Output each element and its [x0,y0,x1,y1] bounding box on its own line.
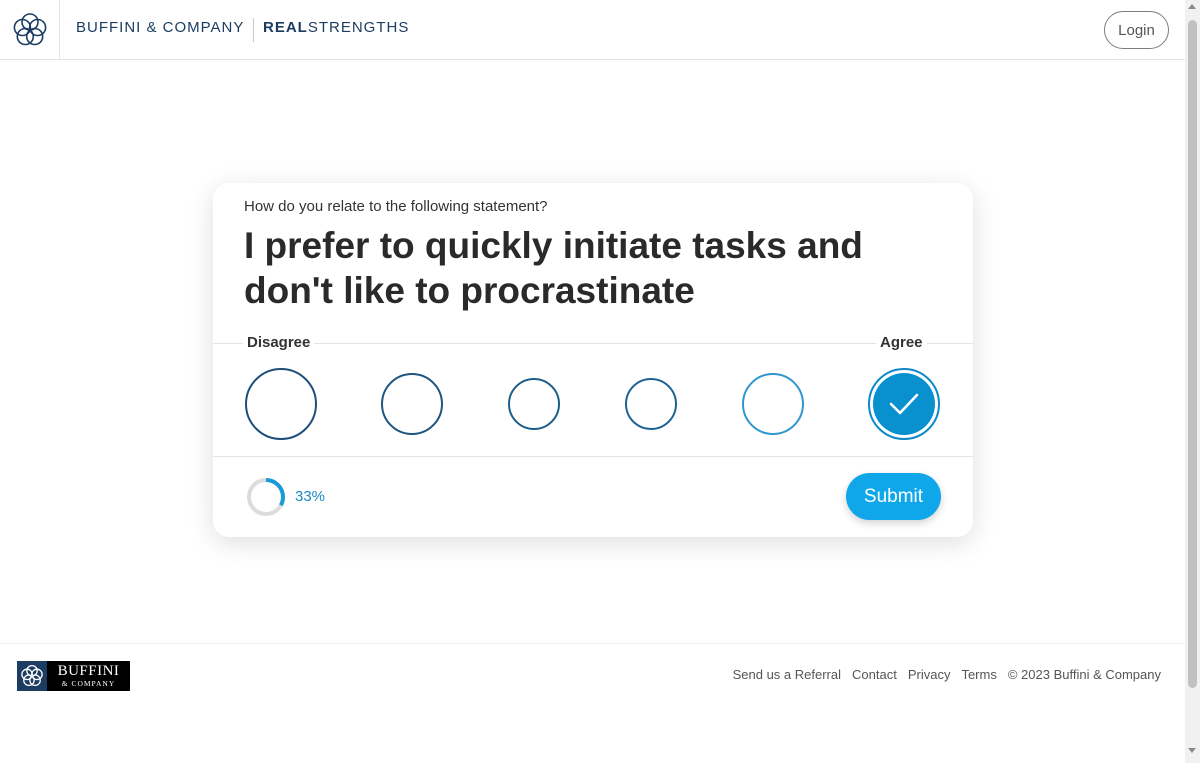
scale-label-agree: Agree [876,334,927,351]
product-name-bold: REAL [263,19,308,36]
footer-logo-sub: & COMPANY [61,679,116,689]
question-card: How do you relate to the following state… [213,183,973,537]
footer-logo-word: BUFFINI [57,663,120,680]
answer-option-3[interactable] [508,378,560,430]
login-button[interactable]: Login [1104,11,1169,49]
answer-option-5[interactable] [742,373,804,435]
brand-name: BUFFINI & COMPANY [76,19,245,36]
answer-option-1[interactable] [245,368,317,440]
product-name-rest: STRENGTHS [307,19,410,36]
footer-link-terms[interactable]: Terms [961,667,996,682]
logo-link[interactable] [0,0,60,59]
scroll-up-arrow-icon[interactable] [1188,4,1196,9]
footer-link-referral[interactable]: Send us a Referral [733,667,841,682]
page: BUFFINI & COMPANY REALSTRENGTHS Login Ho… [0,0,1200,763]
scale-divider [213,343,973,344]
footer-link-contact[interactable]: Contact [852,667,897,682]
brand-divider [253,18,254,42]
footer-logo[interactable]: BUFFINI & COMPANY [17,661,130,691]
answer-option-4[interactable] [625,378,677,430]
buffini-flower-icon [13,12,46,45]
progress-percent: 33% [295,488,326,505]
submit-button[interactable]: Submit [846,473,941,520]
question-prompt: How do you relate to the following state… [244,198,548,215]
progress-ring-icon [247,478,285,516]
footer-links: Send us a Referral Contact Privacy Terms… [733,667,1161,682]
checkmark-icon [889,393,919,415]
site-header: BUFFINI & COMPANY REALSTRENGTHS Login [0,0,1185,60]
footer-logo-wordmark: BUFFINI & COMPANY [47,661,130,691]
footer-copyright: © 2023 Buffini & Company [1007,667,1161,682]
product-name: REALSTRENGTHS [263,19,409,36]
question-statement: I prefer to quickly initiate tasks and d… [244,225,863,311]
scroll-down-arrow-icon[interactable] [1188,748,1196,753]
vertical-scrollbar[interactable] [1185,0,1200,763]
answer-option-2[interactable] [381,373,443,435]
answer-option-6-selected[interactable] [868,368,940,440]
selected-fill [873,373,935,435]
scale-label-disagree: Disagree [243,334,315,351]
site-footer: BUFFINI & COMPANY Send us a Referral Con… [0,643,1185,763]
footer-flower-icon [17,661,47,691]
card-divider [213,456,973,457]
footer-link-privacy[interactable]: Privacy [908,667,951,682]
scrollbar-thumb[interactable] [1188,20,1197,688]
